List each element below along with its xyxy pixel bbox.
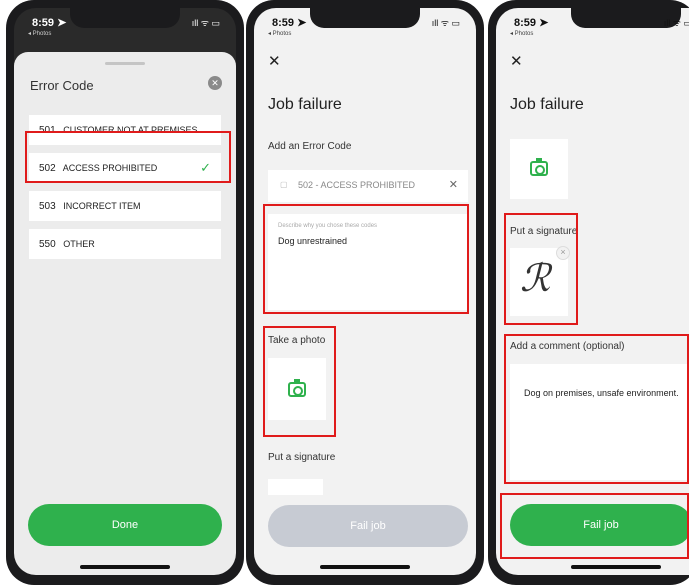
screen: 8:59 ➤ ◂ Photos ıll ᯤ ▭ Error Code ✕ 501… xyxy=(14,8,236,575)
highlight-selected-code xyxy=(25,131,231,183)
status-icons: ıll ᯤ ▭ xyxy=(191,18,220,28)
status-bar: 8:59 ➤ ◂ Photos ıll ᯤ ▭ xyxy=(14,14,236,40)
error-code-label: Add an Error Code xyxy=(268,141,352,152)
highlight-comment xyxy=(504,334,689,484)
status-bar: 8:59 ➤ ◂ Photos ıll ᯤ ▭ xyxy=(496,14,689,40)
code-row-503[interactable]: 503 INCORRECT ITEM xyxy=(29,191,221,221)
highlight-fail-button xyxy=(500,493,689,559)
status-icons: ıll ᯤ ▭ xyxy=(663,18,689,28)
sheet-grabber[interactable] xyxy=(105,62,145,65)
status-time: 8:59 ➤ xyxy=(272,17,307,29)
error-code-field[interactable]: ▢ 502 - ACCESS PROHIBITED ✕ xyxy=(268,170,468,202)
page-title: Job failure xyxy=(510,96,584,113)
page-title: Job failure xyxy=(268,96,342,113)
back-to-photos-link[interactable]: ◂ Photos xyxy=(268,30,291,37)
sheet-title: Error Code xyxy=(30,78,94,93)
camera-icon xyxy=(530,158,548,176)
error-code-value: 502 - ACCESS PROHIBITED xyxy=(298,180,416,190)
home-indicator xyxy=(571,565,661,569)
code-label: OTHER xyxy=(63,239,95,249)
highlight-signature xyxy=(504,213,578,325)
phone-error-code: 8:59 ➤ ◂ Photos ıll ᯤ ▭ Error Code ✕ 501… xyxy=(6,0,244,585)
signature-box[interactable] xyxy=(268,479,323,495)
close-icon[interactable]: ✕ xyxy=(510,52,523,70)
highlight-reason-field xyxy=(263,204,469,314)
back-to-photos-link[interactable]: ◂ Photos xyxy=(510,30,533,37)
tag-icon: ▢ xyxy=(280,180,288,189)
status-icons: ıll ᯤ ▭ xyxy=(431,18,460,28)
close-icon[interactable]: ✕ xyxy=(268,52,281,70)
signature-label: Put a signature xyxy=(268,452,336,463)
status-time: 8:59 ➤ xyxy=(514,17,549,29)
status-time: 8:59 ➤ xyxy=(32,17,67,29)
close-icon[interactable]: ✕ xyxy=(208,76,222,90)
code-number: 503 xyxy=(39,201,56,212)
fail-job-button[interactable]: Fail job xyxy=(268,505,468,547)
code-row-550[interactable]: 550 OTHER xyxy=(29,229,221,259)
done-button[interactable]: Done xyxy=(28,504,222,546)
status-bar: 8:59 ➤ ◂ Photos ıll ᯤ ▭ xyxy=(254,14,476,40)
code-number: 550 xyxy=(39,239,56,250)
home-indicator xyxy=(320,565,410,569)
home-indicator xyxy=(80,565,170,569)
code-label: INCORRECT ITEM xyxy=(63,201,141,211)
photo-thumbnail-button[interactable] xyxy=(510,139,568,199)
clear-icon[interactable]: ✕ xyxy=(449,178,458,191)
back-to-photos-link[interactable]: ◂ Photos xyxy=(28,30,51,37)
highlight-photo xyxy=(263,326,336,437)
